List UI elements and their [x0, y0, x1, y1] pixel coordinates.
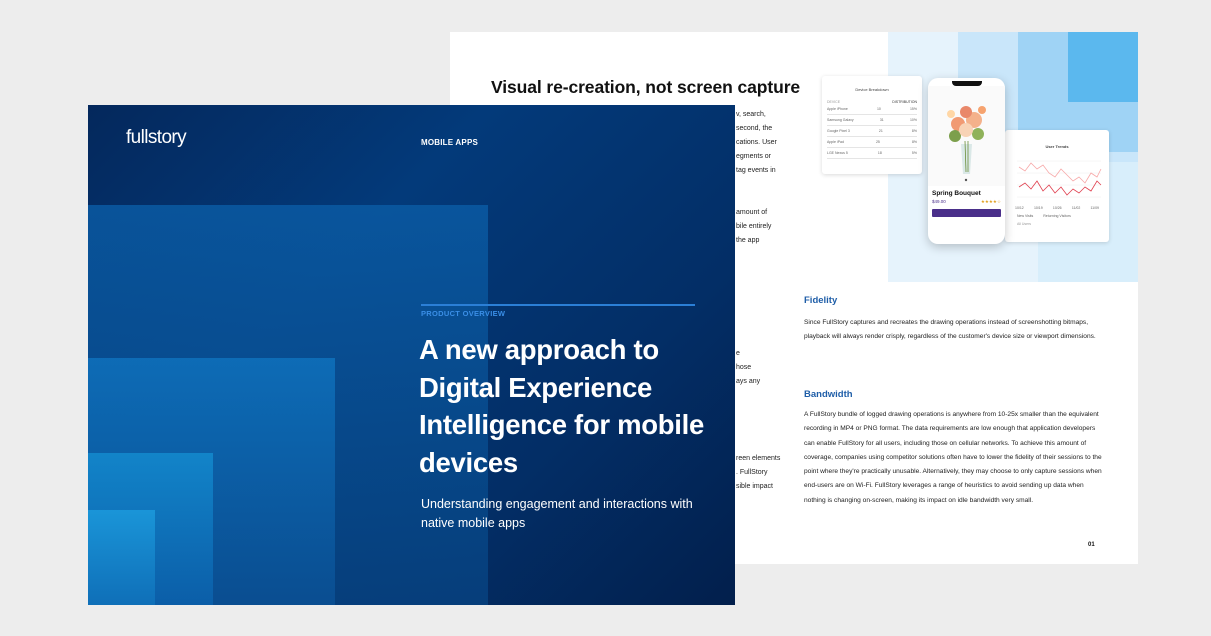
text-fragment: amount of [736, 209, 768, 216]
cover-page: fullstory MOBILE APPS PRODUCT OVERVIEW A… [88, 105, 735, 605]
device-count: 18 [877, 151, 882, 155]
device-row: Apple iPhone 10 15% [827, 104, 917, 115]
page-number: 01 [1088, 542, 1095, 548]
device-row: LGE Nexus 5 18 5% [827, 148, 917, 159]
device-share: 8% [911, 129, 917, 133]
x-tick: 10/19 [1033, 206, 1043, 210]
section-body: A FullStory bundle of logged drawing ope… [804, 411, 1102, 504]
phone-mockup: Spring Bouquet $49.00 ★★★★☆ [928, 78, 1005, 244]
section-body: Since FullStory captures and recreates t… [804, 319, 1096, 341]
cover-subtitle: Understanding engagement and interaction… [421, 497, 693, 530]
add-to-cart-button[interactable] [932, 209, 1001, 217]
device-name: Google Pixel 3 [827, 129, 850, 133]
section-heading: Bandwidth [804, 389, 853, 400]
text-fragment: sible impact [736, 483, 773, 490]
legend-entry: New Visits [1017, 214, 1034, 218]
card-title: Device Breakdown [855, 87, 889, 92]
device-count: 31 [879, 118, 884, 122]
series-line-returning [1018, 180, 1102, 196]
legend-entry: Returning Visitors [1043, 214, 1071, 218]
back-page-title: Visual re-creation, not screen capture [491, 77, 801, 97]
text-fragment: cations. User [736, 139, 777, 146]
device-share: 10% [909, 118, 917, 122]
device-row: Apple iPad 25 8% [827, 137, 917, 148]
device-share: 15% [909, 107, 917, 111]
cover-headline: A new approach to Digital Experience Int… [419, 334, 704, 478]
device-breakdown-card: Device Breakdown DEVICE DISTRIBUTION App… [822, 76, 922, 174]
rating-stars: ★★★★☆ [980, 199, 1001, 204]
text-fragment: hose [736, 364, 752, 371]
flower-bouquet-image [928, 86, 1005, 186]
product-price: $49.00 [932, 199, 946, 204]
section-heading: Fidelity [804, 295, 838, 306]
device-count: 25 [875, 140, 880, 144]
x-tick: 10/26 [1052, 206, 1062, 210]
product-name: Spring Bouquet [932, 190, 981, 197]
device-name: Apple iPad [827, 140, 844, 144]
text-fragment: second, the [736, 125, 773, 132]
device-name: Samsung Galaxy [827, 118, 854, 122]
device-count: 10 [876, 107, 881, 111]
divider [421, 304, 695, 306]
device-name: Apple iPhone [827, 107, 848, 111]
cover-block [88, 510, 155, 605]
device-name: LGE Nexus 5 [827, 151, 848, 155]
text-fragment: e [736, 350, 740, 357]
text-fragment: ays any [736, 378, 761, 385]
x-tick: 11/02 [1071, 206, 1081, 210]
fullstory-logo: fullstory [126, 127, 187, 148]
column-header: DEVICE [827, 100, 841, 104]
text-fragment: reen elements [736, 455, 781, 462]
card-footer: All Users [1017, 222, 1032, 226]
text-fragment: . FullStory [736, 469, 768, 476]
trends-line-chart [1017, 160, 1102, 198]
text-fragment: tag events in [736, 167, 776, 174]
device-row: Google Pixel 3 21 8% [827, 126, 917, 137]
column-header: DISTRIBUTION [892, 100, 917, 104]
x-tick: 11/09 [1090, 206, 1099, 210]
device-share: 8% [911, 140, 917, 144]
text-fragment: bile entirely [736, 223, 772, 230]
device-share: 5% [911, 151, 917, 155]
x-tick: 10/12 [1015, 206, 1024, 210]
eyebrow-label: PRODUCT OVERVIEW [421, 309, 506, 318]
text-fragment: the app [736, 237, 760, 244]
device-count: 21 [878, 129, 883, 133]
text-fragment: v, search, [736, 111, 766, 118]
text-fragment: egments or [736, 153, 772, 160]
device-row: Samsung Galaxy 31 10% [827, 115, 917, 126]
category-label: MOBILE APPS [421, 138, 479, 147]
card-title: User Trends [1045, 144, 1069, 149]
user-trends-card: User Trends 10/12 10/19 10/26 11/02 11/0… [1005, 130, 1109, 242]
